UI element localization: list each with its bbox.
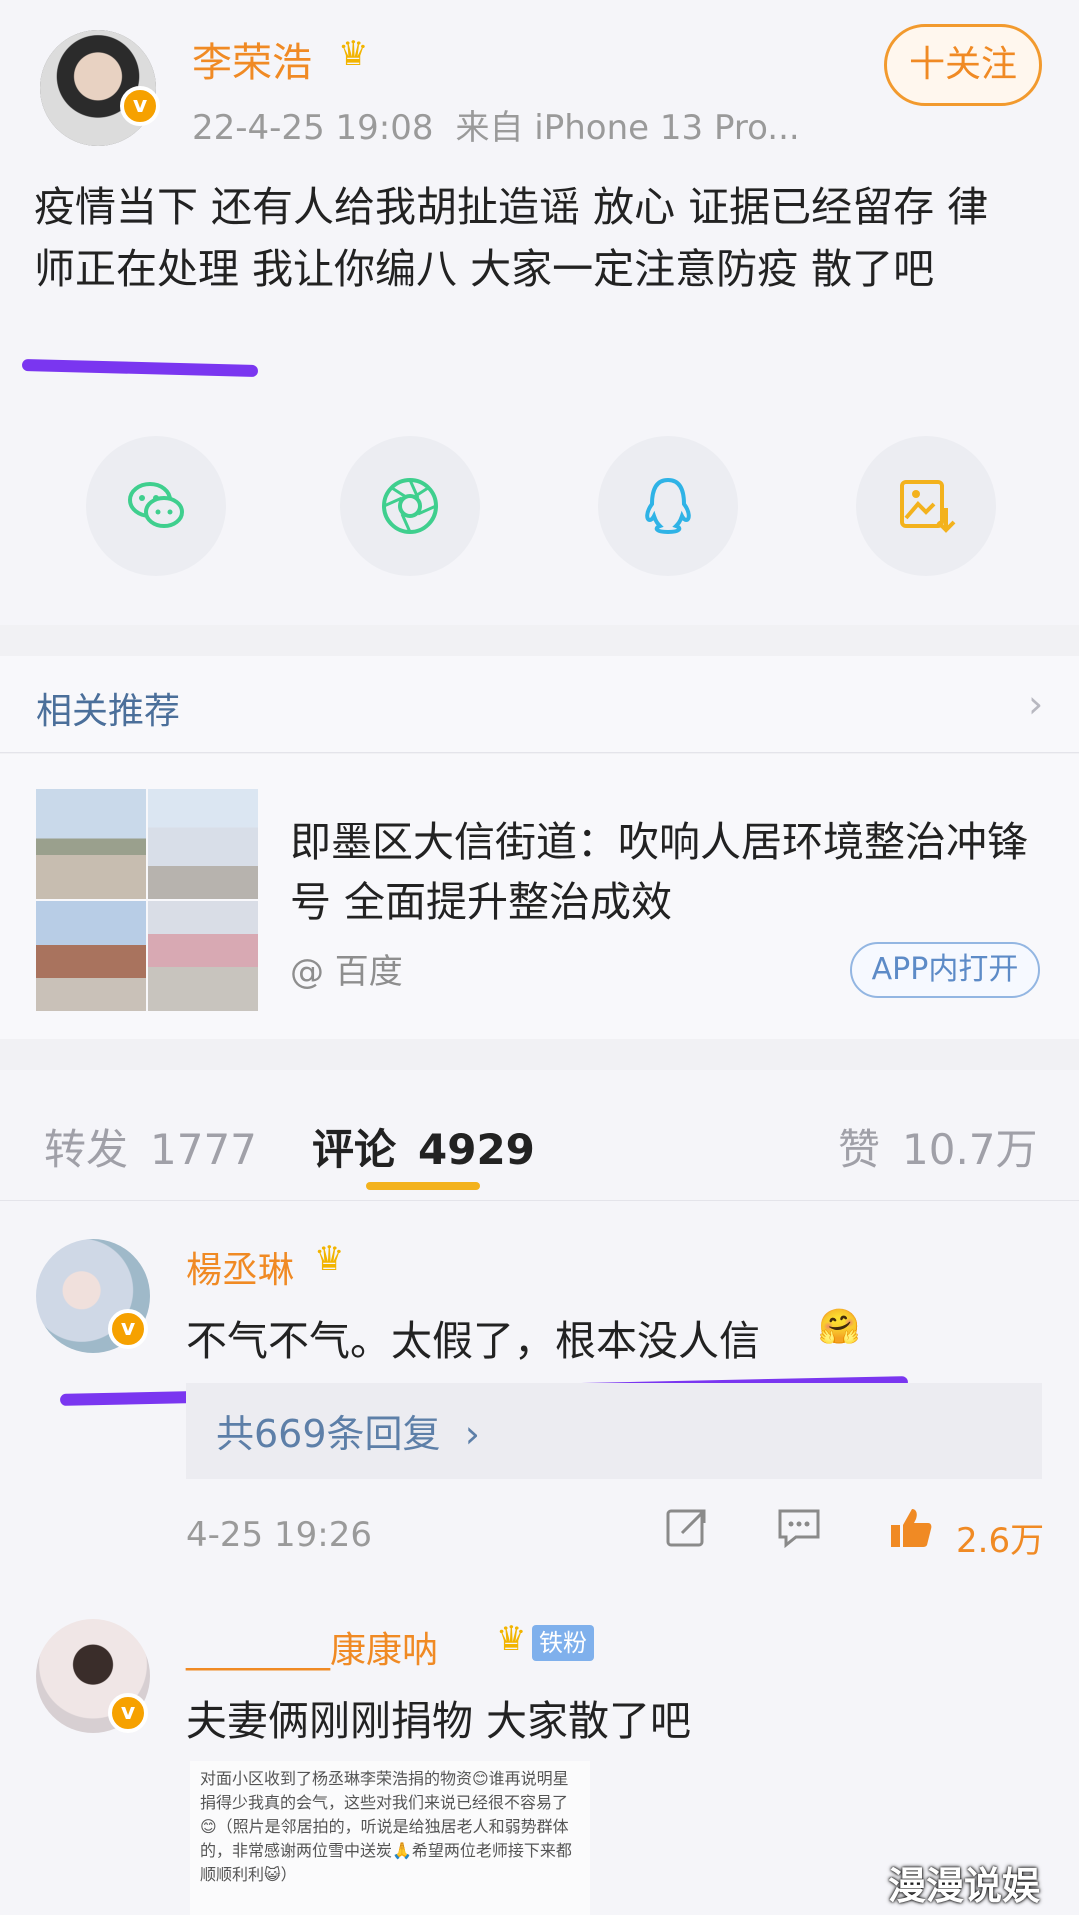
recommendation-title[interactable]: 即墨区大信街道：吹响人居环境整治冲锋号 全面提升整治成效 [290,812,1050,932]
comment-time: 4-25 19:26 [186,1515,372,1555]
repost-icon[interactable] [664,1505,710,1551]
post-text: 疫情当下 还有人给我胡扯造谣 放心 证据已经留存 律师正在处理 我让你编八 大家… [34,183,989,293]
verified-icon: v [108,1693,148,1733]
interaction-tabs: 转发 1777 评论 4929 赞 10.7万 [0,1070,1079,1200]
qq-icon [645,477,691,535]
comment-image-text: 对面小区收到了杨丞琳李荣浩捐的物资😊谁再说明星捐得少我真的会气，这些对我们来说已… [200,1769,572,1884]
tab-comments-label: 评论 [312,1125,397,1174]
like-icon[interactable] [888,1505,934,1551]
tab-repost[interactable]: 转发 1777 [44,1116,257,1177]
share-moments-button[interactable] [340,436,480,576]
weibo-post: v 李荣浩 ♛ 22-4-25 19:08 来自 iPhone 13 Pro...… [0,0,1079,625]
comment-icon[interactable] [776,1505,822,1551]
recommendation-source: @ 百度 [290,952,403,992]
comment-text: 不气不气。太假了，根本没人信 [186,1317,760,1365]
share-wechat-button[interactable] [86,436,226,576]
open-in-app-button[interactable]: APP内打开 [850,942,1040,998]
save-image-icon [900,480,956,533]
watermark: 漫漫说娱 [888,1864,1041,1908]
crown-icon: ♛ [314,1239,345,1279]
comment-list: v 楊丞琳 ♛ 不气不气。太假了，根本没人信 🤗 共669条回复 › 4-25 … [0,1200,1079,1915]
chevron-right-icon: › [1028,682,1044,726]
highlight-underline [21,358,259,378]
tab-repost-label: 转发 [44,1125,129,1174]
verified-icon: v [120,86,160,126]
moments-icon [382,478,438,534]
crown-icon: ♛ [338,34,369,74]
tab-comments[interactable]: 评论 4929 [312,1116,535,1177]
related-header[interactable]: 相关推荐 › [0,656,1079,753]
post-meta: 22-4-25 19:08 来自 iPhone 13 Pro... [192,100,822,149]
crown-icon: ♛ [496,1619,527,1659]
tab-repost-count: 1777 [150,1125,257,1174]
author-name[interactable]: 李荣浩 [192,30,312,88]
commenter-name[interactable]: ________康康呐 [186,1621,438,1673]
tab-likes[interactable]: 赞 10.7万 [838,1116,1038,1177]
tab-comments-count: 4929 [418,1125,535,1174]
active-tab-indicator [366,1182,480,1190]
verified-icon: v [108,1309,148,1349]
post-source: 来自 iPhone 13 Pro... [455,108,800,148]
comment-text: 夫妻俩刚刚捐物 大家散了吧 [186,1697,692,1745]
view-replies-link[interactable]: 共669条回复 › [216,1403,480,1458]
follow-button[interactable]: 十关注 [884,24,1042,106]
comment-image[interactable]: 对面小区收到了杨丞琳李荣浩捐的物资😊谁再说明星捐得少我真的会气，这些对我们来说已… [190,1761,590,1915]
related-title: 相关推荐 [36,691,181,732]
replies-count: 共669条回复 [216,1412,441,1456]
replies-box[interactable]: 共669条回复 › [186,1383,1042,1479]
wechat-icon [128,482,184,528]
fan-badge: 铁粉 [532,1625,594,1661]
share-save-image-button[interactable] [856,436,996,576]
share-qq-button[interactable] [598,436,738,576]
commenter-name[interactable]: 楊丞琳 [186,1241,294,1293]
tab-likes-count: 10.7万 [902,1125,1038,1174]
emoji-icon: 🤗 [818,1307,861,1347]
post-time: 22-4-25 19:08 [192,108,434,148]
tab-likes-label: 赞 [838,1125,881,1174]
comment-like-count: 2.6万 [956,1521,1045,1561]
recommendation-thumbnail [36,789,258,1011]
recommendation-card[interactable]: 即墨区大信街道：吹响人居环境整治冲锋号 全面提升整治成效 @ 百度 APP内打开 [0,754,1079,1039]
